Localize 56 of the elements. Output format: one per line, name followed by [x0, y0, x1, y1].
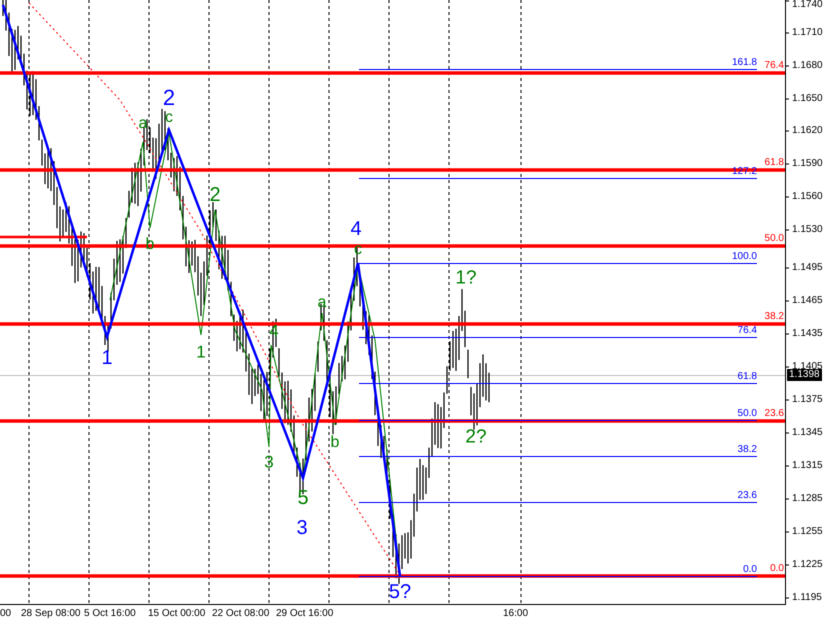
price-tick-label: 1.1255 [792, 527, 823, 537]
price-tick-label: 1.1315 [792, 461, 823, 471]
fibonacci-label: 38.2 [738, 445, 757, 455]
wave-label: 2 [162, 87, 176, 109]
price-tick-label: 1.1465 [792, 296, 823, 306]
retracement-label: 0.0 [770, 564, 784, 574]
wave-label: 4 [350, 219, 362, 239]
fibonacci-label: 76.4 [738, 326, 757, 336]
time-label: 00 [0, 609, 12, 619]
fibonacci-label: 100.0 [732, 252, 757, 262]
price-tick-label: 1.1590 [792, 159, 823, 169]
time-label: 5 Oct 16:00 [84, 609, 136, 619]
price-tick-label: 1.1495 [792, 263, 823, 273]
fibonacci-label: 161.8 [732, 58, 757, 68]
fibonacci-label: 23.6 [738, 491, 757, 501]
retracement-label: 38.2 [764, 312, 784, 322]
retracement-label: 23.6 [764, 409, 784, 419]
price-tick-label: 1.1740 [792, 0, 823, 10]
price-tick-label: 1.1195 [792, 593, 822, 603]
wave-label: 2 [209, 185, 221, 205]
wave-label: 1? [455, 268, 477, 288]
fibonacci-label: 61.8 [738, 372, 757, 382]
price-tick-label: 1.1710 [792, 28, 823, 38]
retracement-label: 76.4 [764, 61, 784, 71]
wave-label: 3 [296, 518, 308, 538]
wave-label: 1 [101, 348, 113, 368]
time-label: 15 Oct 00:00 [148, 609, 206, 619]
time-label: 22 Oct 08:00 [212, 609, 270, 619]
price-tick-label: 1.1375 [792, 395, 823, 405]
wave-label: 3 [264, 454, 274, 470]
wave-label: a [318, 295, 326, 311]
wave-label: b [330, 435, 340, 451]
fibonacci-label: 0.0 [743, 565, 757, 575]
price-tick-label: 1.1560 [792, 192, 823, 202]
price-tick-label: 1.1345 [792, 428, 823, 438]
price-tick-label: 1.1650 [792, 94, 823, 104]
fibonacci-label: 127.2 [732, 167, 757, 177]
time-label: 28 Sep 08:00 [21, 609, 80, 619]
price-tick-label: 1.1285 [792, 494, 823, 504]
price-tick-label: 1.1620 [792, 126, 823, 136]
price-tick-label: 1.1435 [792, 329, 823, 339]
time-label: 16:00 [503, 609, 528, 619]
wave-label: b [146, 237, 154, 253]
wave-label: 1 [196, 344, 206, 360]
retracement-label: 61.8 [764, 158, 784, 168]
current-price-tag: 1.1398 [787, 369, 822, 381]
fibonacci-label: 50.0 [738, 409, 757, 419]
retracement-label: 50.0 [764, 234, 784, 244]
price-tick-label: 1.1680 [792, 61, 823, 71]
price-tick-label: 1.1225 [792, 560, 823, 570]
wave-label: c [165, 110, 173, 126]
wave-label: 5 [297, 488, 309, 508]
wave-label: 2? [465, 428, 487, 446]
time-label: 29 Oct 16:00 [276, 609, 334, 619]
wave-label: 5? [388, 582, 412, 602]
price-tick-label: 1.1530 [792, 225, 823, 235]
